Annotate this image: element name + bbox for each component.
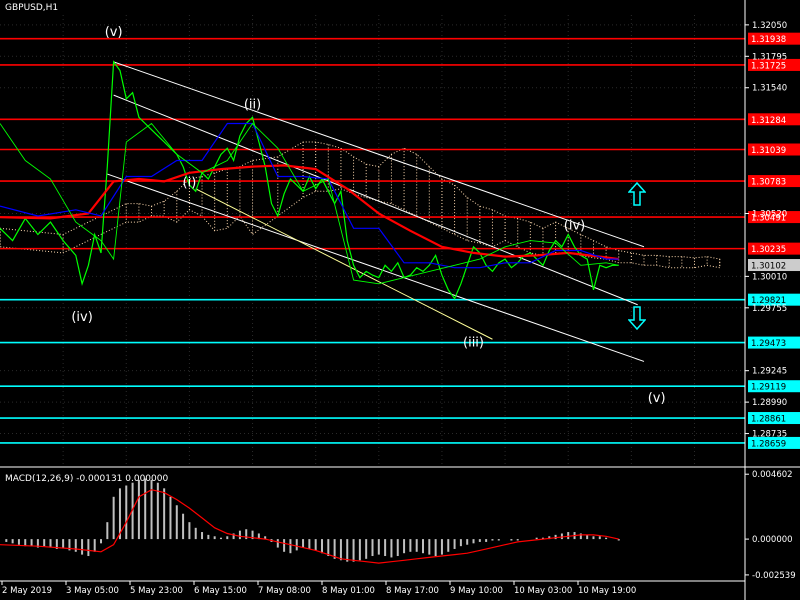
wave-label: (iv) — [564, 219, 585, 234]
y-tick-label: 1.32050 — [752, 21, 787, 31]
y-tick-label: 1.31795 — [752, 52, 787, 62]
current-price-label: 1.30102 — [751, 262, 786, 272]
trend-channel-line — [113, 94, 638, 306]
resistance-level-label: 1.31938 — [751, 35, 786, 45]
wave-label: (iii) — [463, 336, 484, 351]
macd-y-tick-label: 0.004602 — [752, 470, 793, 480]
support-level-label: 1.28861 — [751, 415, 786, 425]
y-tick-label: 1.31540 — [752, 84, 787, 94]
wave-label: (iv) — [71, 310, 92, 325]
y-tick-label: 1.30520 — [752, 209, 787, 219]
x-tick-label: 8 May 17:00 — [386, 586, 439, 596]
trend-channel-line — [107, 173, 645, 362]
y-tick-label: 1.28990 — [752, 398, 787, 408]
support-level-label: 1.29119 — [751, 383, 786, 393]
x-tick-label: 3 May 05:00 — [66, 586, 119, 596]
x-tick-label: 9 May 10:00 — [450, 586, 503, 596]
wave-label: (i) — [183, 175, 197, 190]
macd-y-tick-label: -0.002539 — [752, 571, 796, 581]
x-tick-label: 10 May 19:00 — [578, 586, 636, 596]
support-level-label: 1.28659 — [751, 439, 786, 449]
symbol-label: GBPUSD,H1 — [5, 3, 59, 13]
resistance-level-label: 1.31725 — [751, 61, 786, 71]
macd-panel: 0.004602 0.000000 -0.002539 — [0, 470, 796, 581]
wave-label: (v) — [105, 25, 123, 40]
up-arrow-icon — [628, 182, 646, 206]
x-tick-label: 2 May 2019 — [2, 586, 52, 596]
price-chart: 1.319381.317251.312841.310391.307831.304… — [0, 0, 800, 600]
y-tick-label: 1.29245 — [752, 367, 787, 377]
macd-y-tick-label: 0.000000 — [752, 535, 793, 545]
price-levels: 1.319381.317251.312841.310391.307831.304… — [0, 32, 800, 449]
down-arrow-icon — [628, 306, 646, 330]
resistance-level-label: 1.31284 — [751, 116, 786, 126]
y-tick-label: 1.29755 — [752, 304, 787, 314]
x-tick-label: 5 May 23:00 — [130, 586, 183, 596]
resistance-level-label: 1.30235 — [751, 245, 786, 255]
x-tick-label: 10 May 03:00 — [514, 586, 572, 596]
trend-channel-line — [195, 188, 493, 340]
wave-label: (v) — [648, 391, 666, 406]
resistance-level-label: 1.31039 — [751, 146, 786, 156]
macd-signal-line — [0, 489, 619, 564]
macd-label: MACD(12,26,9) -0.000131 0.000000 — [5, 474, 169, 484]
wave-label: (ii) — [244, 98, 261, 113]
resistance-level-label: 1.30783 — [751, 178, 786, 188]
grid — [0, 15, 745, 465]
y-tick-label: 1.30010 — [752, 272, 787, 282]
price-series — [0, 60, 619, 300]
y-tick-label: 1.28735 — [752, 430, 787, 440]
x-tick-label: 6 May 15:00 — [194, 586, 247, 596]
x-tick-label: 7 May 08:00 — [258, 586, 311, 596]
x-tick-label: 8 May 01:00 — [322, 586, 375, 596]
support-level-label: 1.29473 — [751, 339, 786, 349]
